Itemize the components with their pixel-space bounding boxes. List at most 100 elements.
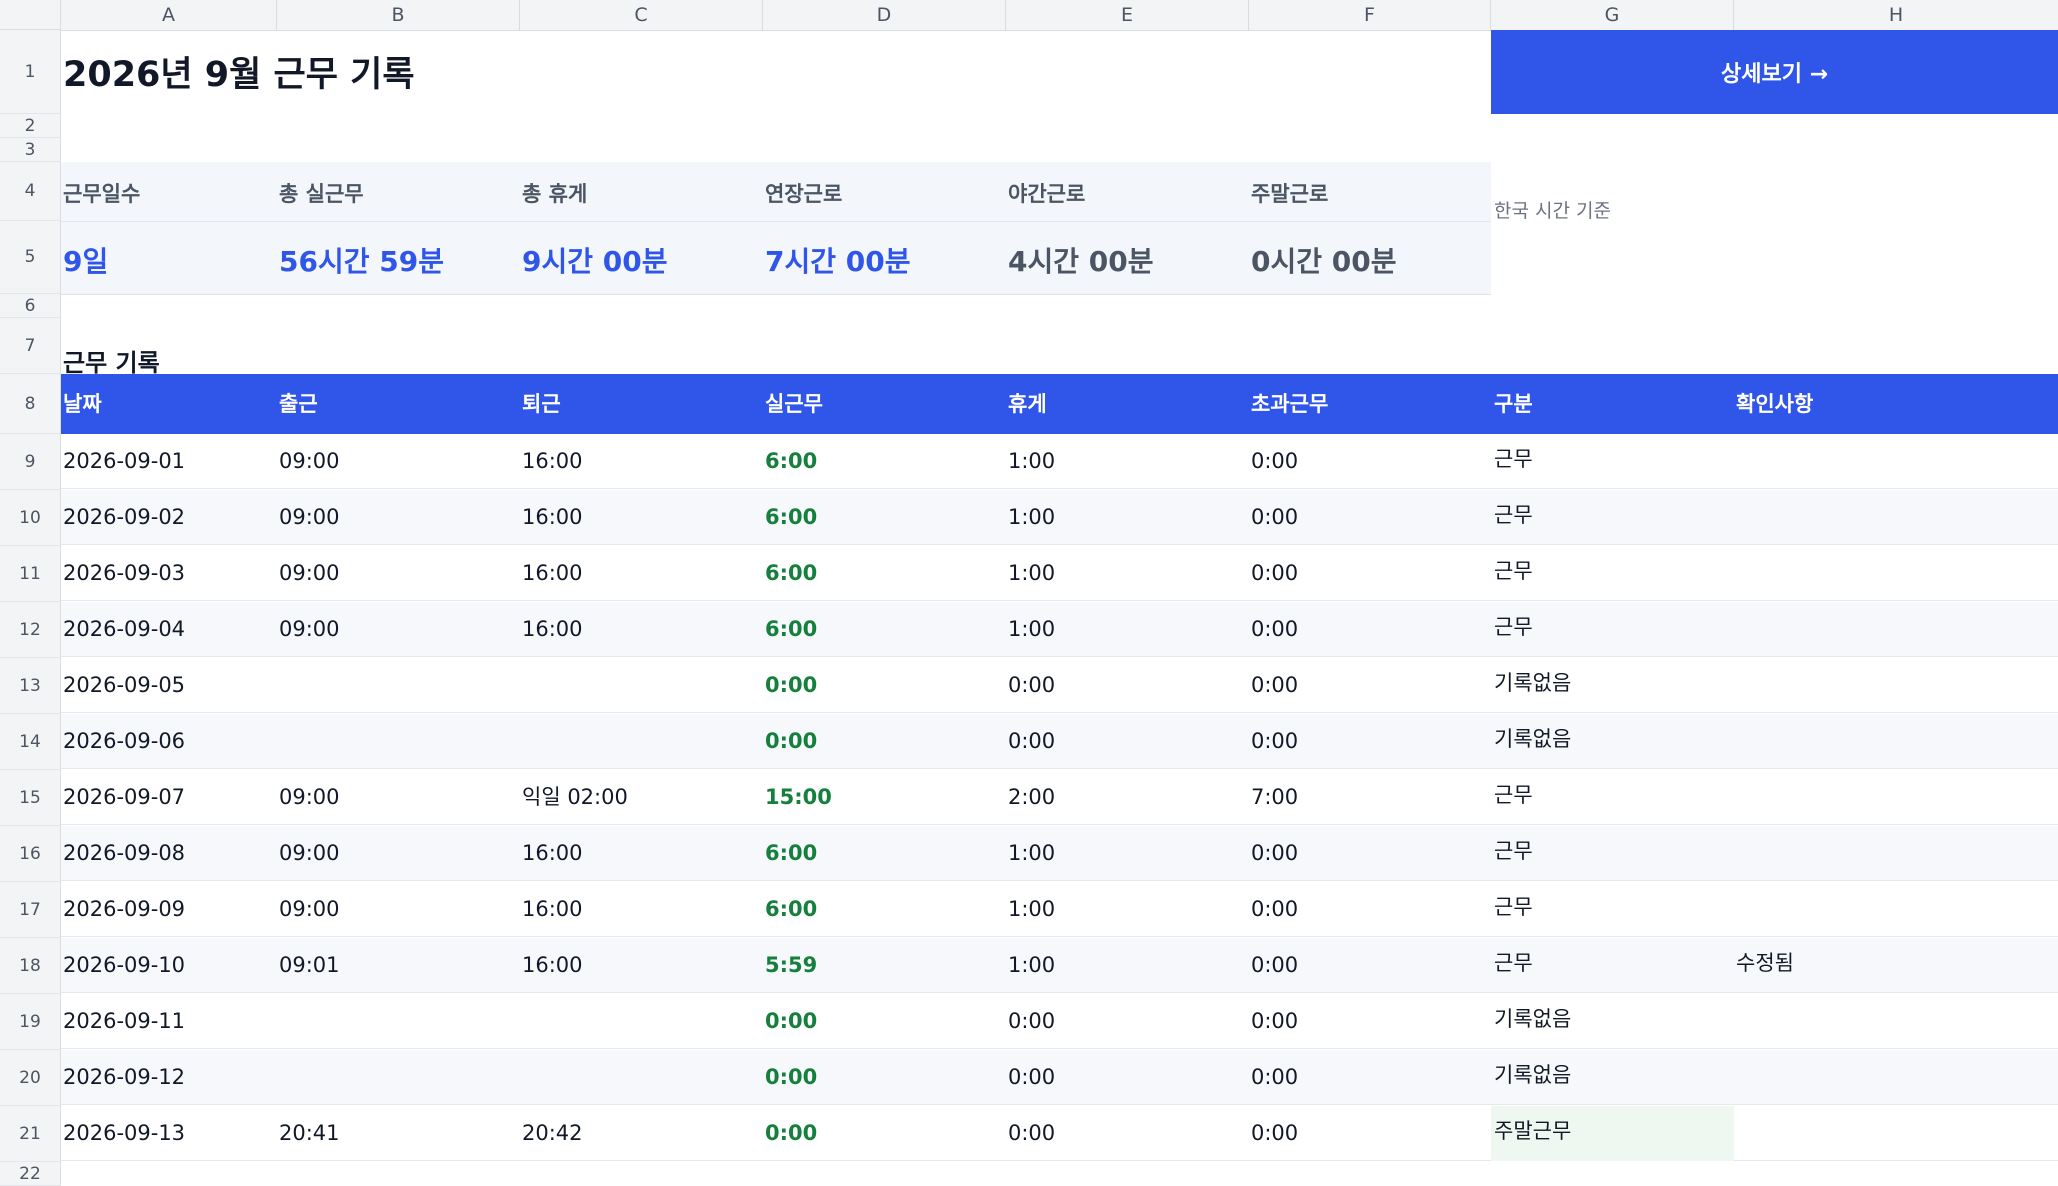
cell-overtime[interactable]: 0:00 bbox=[1251, 714, 1298, 769]
row-header-17[interactable]: 17 bbox=[0, 882, 61, 938]
row-header-19[interactable]: 19 bbox=[0, 994, 61, 1050]
cell-date[interactable]: 2026-09-04 bbox=[63, 602, 185, 657]
cell-overtime[interactable]: 0:00 bbox=[1251, 602, 1298, 657]
table-row[interactable]: 2026-09-08 09:00 16:00 6:00 1:00 0:00 근무 bbox=[61, 826, 2058, 881]
cell-clock-in[interactable]: 09:00 bbox=[279, 602, 340, 657]
cell-category[interactable]: 근무 bbox=[1494, 826, 1533, 877]
row-header-18[interactable]: 18 bbox=[0, 938, 61, 994]
table-row[interactable]: 2026-09-12 0:00 0:00 0:00 기록없음 bbox=[61, 1050, 2058, 1105]
cell-category[interactable]: 주말근무 bbox=[1494, 1106, 1571, 1157]
table-row[interactable]: 2026-09-03 09:00 16:00 6:00 1:00 0:00 근무 bbox=[61, 546, 2058, 601]
cell-actual-work[interactable]: 6:00 bbox=[765, 546, 817, 601]
row-header-20[interactable]: 20 bbox=[0, 1050, 61, 1106]
cell-overtime[interactable]: 0:00 bbox=[1251, 1050, 1298, 1105]
cell-actual-work[interactable]: 6:00 bbox=[765, 826, 817, 881]
cell-break[interactable]: 1:00 bbox=[1008, 434, 1055, 489]
cell-category[interactable]: 근무 bbox=[1494, 490, 1533, 541]
row-header-3[interactable]: 3 bbox=[0, 138, 61, 162]
row-header-13[interactable]: 13 bbox=[0, 658, 61, 714]
table-row[interactable]: 2026-09-05 0:00 0:00 0:00 기록없음 bbox=[61, 658, 2058, 713]
cell-clock-in[interactable]: 09:01 bbox=[279, 938, 340, 993]
row-header-6[interactable]: 6 bbox=[0, 294, 61, 318]
column-header-overtime[interactable]: 초과근무 bbox=[1251, 374, 1328, 434]
cell-overtime[interactable]: 0:00 bbox=[1251, 1106, 1298, 1161]
cell-break[interactable]: 1:00 bbox=[1008, 882, 1055, 937]
cell-clock-in[interactable]: 09:00 bbox=[279, 770, 340, 825]
cell-break[interactable]: 2:00 bbox=[1008, 770, 1055, 825]
row-header-16[interactable]: 16 bbox=[0, 826, 61, 882]
cell-clock-in[interactable]: 09:00 bbox=[279, 546, 340, 601]
cell-overtime[interactable]: 0:00 bbox=[1251, 546, 1298, 601]
cell-date[interactable]: 2026-09-05 bbox=[63, 658, 185, 713]
column-header-note[interactable]: 확인사항 bbox=[1736, 374, 1813, 434]
cell-break[interactable]: 1:00 bbox=[1008, 490, 1055, 545]
cell-clock-out[interactable]: 16:00 bbox=[522, 826, 583, 881]
cell-category[interactable]: 근무 bbox=[1494, 602, 1533, 653]
cell-actual-work[interactable]: 0:00 bbox=[765, 1050, 817, 1105]
cell-clock-out[interactable]: 16:00 bbox=[522, 434, 583, 489]
cell-actual-work[interactable]: 6:00 bbox=[765, 434, 817, 489]
cell-category[interactable]: 기록없음 bbox=[1494, 714, 1571, 765]
cell-break[interactable]: 0:00 bbox=[1008, 658, 1055, 713]
cell-category[interactable]: 근무 bbox=[1494, 434, 1533, 485]
column-header-b[interactable]: B bbox=[277, 0, 520, 30]
row-header-10[interactable]: 10 bbox=[0, 490, 61, 546]
table-row[interactable]: 2026-09-06 0:00 0:00 0:00 기록없음 bbox=[61, 714, 2058, 769]
row-header-22[interactable]: 22 bbox=[0, 1162, 61, 1186]
cell-actual-work[interactable]: 5:59 bbox=[765, 938, 817, 993]
column-header-date[interactable]: 날짜 bbox=[63, 374, 102, 434]
cell-date[interactable]: 2026-09-07 bbox=[63, 770, 185, 825]
cell-actual-work[interactable]: 0:00 bbox=[765, 658, 817, 713]
cell-date[interactable]: 2026-09-02 bbox=[63, 490, 185, 545]
column-header-actual-work[interactable]: 실근무 bbox=[765, 374, 823, 434]
cell-clock-in[interactable]: 20:41 bbox=[279, 1106, 340, 1161]
row-header-8[interactable]: 8 bbox=[0, 374, 61, 434]
cell-overtime[interactable]: 0:00 bbox=[1251, 658, 1298, 713]
cell-break[interactable]: 0:00 bbox=[1008, 1050, 1055, 1105]
cell-overtime[interactable]: 0:00 bbox=[1251, 490, 1298, 545]
cell-date[interactable]: 2026-09-13 bbox=[63, 1106, 185, 1161]
row-header-15[interactable]: 15 bbox=[0, 770, 61, 826]
cell-overtime[interactable]: 0:00 bbox=[1251, 882, 1298, 937]
column-header-a[interactable]: A bbox=[61, 0, 277, 30]
row-header-14[interactable]: 14 bbox=[0, 714, 61, 770]
column-header-clock-out[interactable]: 퇴근 bbox=[522, 374, 561, 434]
cell-clock-in[interactable]: 09:00 bbox=[279, 882, 340, 937]
cell-break[interactable]: 0:00 bbox=[1008, 714, 1055, 769]
select-all-corner[interactable] bbox=[0, 0, 61, 30]
cell-date[interactable]: 2026-09-01 bbox=[63, 434, 185, 489]
cell-date[interactable]: 2026-09-08 bbox=[63, 826, 185, 881]
column-header-h[interactable]: H bbox=[1734, 0, 2058, 30]
row-header-21[interactable]: 21 bbox=[0, 1106, 61, 1162]
cell-clock-out[interactable]: 20:42 bbox=[522, 1106, 583, 1161]
row-header-4[interactable]: 4 bbox=[0, 162, 61, 221]
cell-note[interactable]: 수정됨 bbox=[1736, 938, 1794, 989]
cell-overtime[interactable]: 0:00 bbox=[1251, 434, 1298, 489]
cell-break[interactable]: 0:00 bbox=[1008, 994, 1055, 1049]
cell-category[interactable]: 근무 bbox=[1494, 770, 1533, 821]
cell-break[interactable]: 1:00 bbox=[1008, 826, 1055, 881]
column-header-g[interactable]: G bbox=[1491, 0, 1734, 30]
cell-actual-work[interactable]: 0:00 bbox=[765, 994, 817, 1049]
cell-break[interactable]: 0:00 bbox=[1008, 1106, 1055, 1161]
cell-clock-out[interactable]: 16:00 bbox=[522, 546, 583, 601]
cell-date[interactable]: 2026-09-09 bbox=[63, 882, 185, 937]
column-header-e[interactable]: E bbox=[1006, 0, 1249, 30]
cell-date[interactable]: 2026-09-11 bbox=[63, 994, 185, 1049]
cell-break[interactable]: 1:00 bbox=[1008, 546, 1055, 601]
row-header-2[interactable]: 2 bbox=[0, 114, 61, 138]
cell-break[interactable]: 1:00 bbox=[1008, 602, 1055, 657]
row-header-12[interactable]: 12 bbox=[0, 602, 61, 658]
row-header-5[interactable]: 5 bbox=[0, 221, 61, 294]
cell-clock-out[interactable]: 16:00 bbox=[522, 602, 583, 657]
cell-actual-work[interactable]: 6:00 bbox=[765, 882, 817, 937]
column-header-c[interactable]: C bbox=[520, 0, 763, 30]
cell-clock-in[interactable]: 09:00 bbox=[279, 826, 340, 881]
cell-category[interactable]: 기록없음 bbox=[1494, 658, 1571, 709]
cell-actual-work[interactable]: 6:00 bbox=[765, 602, 817, 657]
table-row[interactable]: 2026-09-10 09:01 16:00 5:59 1:00 0:00 근무 수정됨 bbox=[61, 938, 2058, 993]
cell-category[interactable]: 기록없음 bbox=[1494, 1050, 1571, 1101]
cell-actual-work[interactable]: 15:00 bbox=[765, 770, 832, 825]
cell-clock-out[interactable]: 16:00 bbox=[522, 938, 583, 993]
cell-actual-work[interactable]: 0:00 bbox=[765, 714, 817, 769]
